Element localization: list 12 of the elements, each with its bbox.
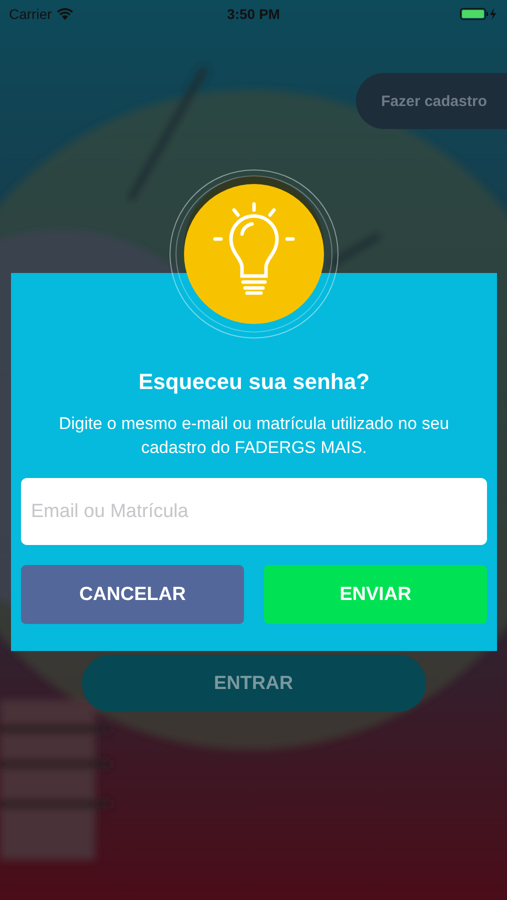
dialog-title: Esqueceu sua senha?	[138, 369, 370, 395]
submit-button[interactable]: ENVIAR	[264, 565, 487, 624]
cancel-button[interactable]: CANCELAR	[21, 565, 244, 624]
email-input-field[interactable]: Email ou Matrícula	[21, 478, 487, 545]
signup-button[interactable]: Fazer cadastro	[356, 73, 507, 129]
status-time: 3:50 PM	[227, 6, 280, 22]
battery-icon	[460, 8, 498, 20]
carrier-label: Carrier	[9, 6, 52, 22]
wifi-icon	[56, 8, 73, 20]
dialog-description: Digite o mesmo e-mail ou matrícula utilizado no seu cadastro do FADERGS MAIS.	[58, 413, 450, 459]
login-button[interactable]: ENTRAR	[82, 655, 426, 712]
lightbulb-badge-icon	[169, 169, 339, 339]
